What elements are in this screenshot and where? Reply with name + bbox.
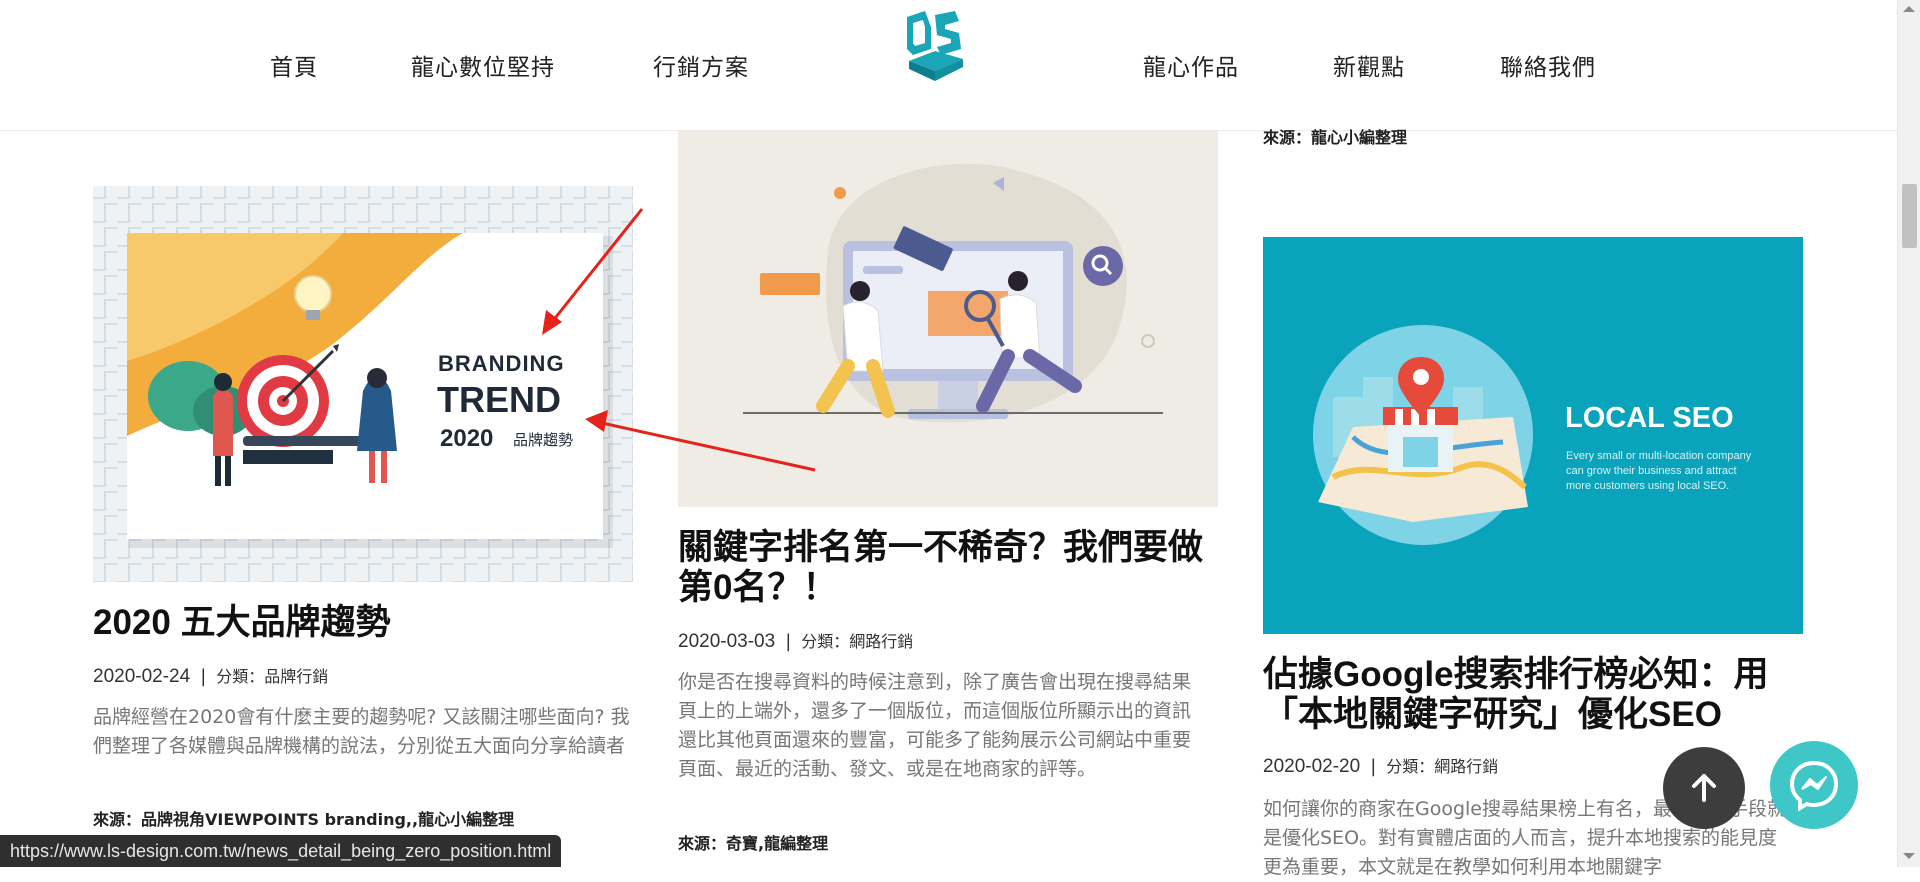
image-text-trend: TREND xyxy=(437,379,561,420)
article-date: 2020-02-24 xyxy=(93,666,191,687)
article-thumbnail[interactable] xyxy=(678,131,1218,507)
image-text-body-2: can grow their business and attract xyxy=(1566,465,1737,477)
prev-article-source: 來源：龍心小編整理 xyxy=(1263,128,1408,147)
article-thumbnail[interactable]: BRANDING TREND 2020 品牌趨勢 xyxy=(93,186,633,582)
search-illustration xyxy=(678,131,1218,507)
scrollbar-thumb[interactable] xyxy=(1902,184,1917,248)
vertical-scrollbar[interactable] xyxy=(1897,0,1920,867)
article-date: 2020-02-20 xyxy=(1263,756,1361,777)
messenger-chat-button[interactable] xyxy=(1770,741,1858,829)
article-source: 來源：品牌視角VIEWPOINTS branding,,龍心小編整理 xyxy=(93,810,515,829)
image-text-branding: BRANDING xyxy=(438,351,565,376)
logo-icon[interactable] xyxy=(901,11,967,81)
article-date: 2020-03-03 xyxy=(678,631,776,652)
article-excerpt: 你是否在搜尋資料的時候注意到，除了廣告會出現在搜尋結果頁上的上端外，還多了一個版… xyxy=(678,671,1192,780)
site-header: 首頁 龍心數位堅持 行銷方案 龍心作品 新觀點 聯絡我們 xyxy=(0,0,1897,131)
nav-works[interactable]: 龍心作品 xyxy=(1143,48,1239,82)
article-title[interactable]: 關鍵字排名第一不稀奇？我們要做第0名？！ xyxy=(678,528,1233,608)
image-text-year: 2020 xyxy=(440,425,493,452)
scroll-down-arrow[interactable] xyxy=(1903,853,1915,859)
local-seo-illustration: LOCAL SEO Every small or multi-location … xyxy=(1263,237,1803,634)
article-category[interactable]: 分類：網路行銷 xyxy=(1386,757,1498,776)
article-title[interactable]: 佔據Google搜索排行榜必知：用「本地關鍵字研究」優化SEO xyxy=(1263,655,1823,735)
article-meta: 2020-02-24 | 分類：品牌行銷 xyxy=(93,666,329,687)
nav-marketing-plans[interactable]: 行銷方案 xyxy=(653,48,749,82)
branding-trend-illustration: BRANDING TREND 2020 品牌趨勢 xyxy=(93,186,633,582)
article-category[interactable]: 分類：品牌行銷 xyxy=(216,667,328,686)
back-to-top-button[interactable] xyxy=(1663,747,1745,829)
image-text-body-3: more customers using local SEO. xyxy=(1566,480,1729,492)
article-category[interactable]: 分類：網路行銷 xyxy=(801,632,913,651)
nav-contact[interactable]: 聯絡我們 xyxy=(1500,48,1596,82)
browser-status-url: https://www.ls-design.com.tw/news_detail… xyxy=(0,835,562,867)
article-meta: 2020-03-03 | 分類：網路行銷 xyxy=(678,631,914,652)
nav-viewpoints[interactable]: 新觀點 xyxy=(1333,48,1405,82)
arrow-up-icon xyxy=(1692,774,1716,802)
messenger-icon xyxy=(1789,760,1839,812)
nav-home[interactable]: 首頁 xyxy=(270,48,318,82)
article-title[interactable]: 2020 五大品牌趨勢 xyxy=(93,603,633,643)
image-text-heading: LOCAL SEO xyxy=(1565,402,1734,434)
image-text-body-1: Every small or multi-location company xyxy=(1566,450,1752,462)
article-source: 來源：奇寶,龍編整理 xyxy=(678,834,829,853)
scroll-up-arrow[interactable] xyxy=(1903,6,1915,12)
article-excerpt: 品牌經營在2020會有什麼主要的趨勢呢? 又該關注哪些面向? 我們整理了各媒體與… xyxy=(93,706,630,757)
image-text-subtitle: 品牌趨勢 xyxy=(513,431,573,449)
nav-commitment[interactable]: 龍心數位堅持 xyxy=(411,48,555,82)
article-thumbnail[interactable]: LOCAL SEO Every small or multi-location … xyxy=(1263,237,1803,634)
article-meta: 2020-02-20 | 分類：網路行銷 xyxy=(1263,756,1499,777)
